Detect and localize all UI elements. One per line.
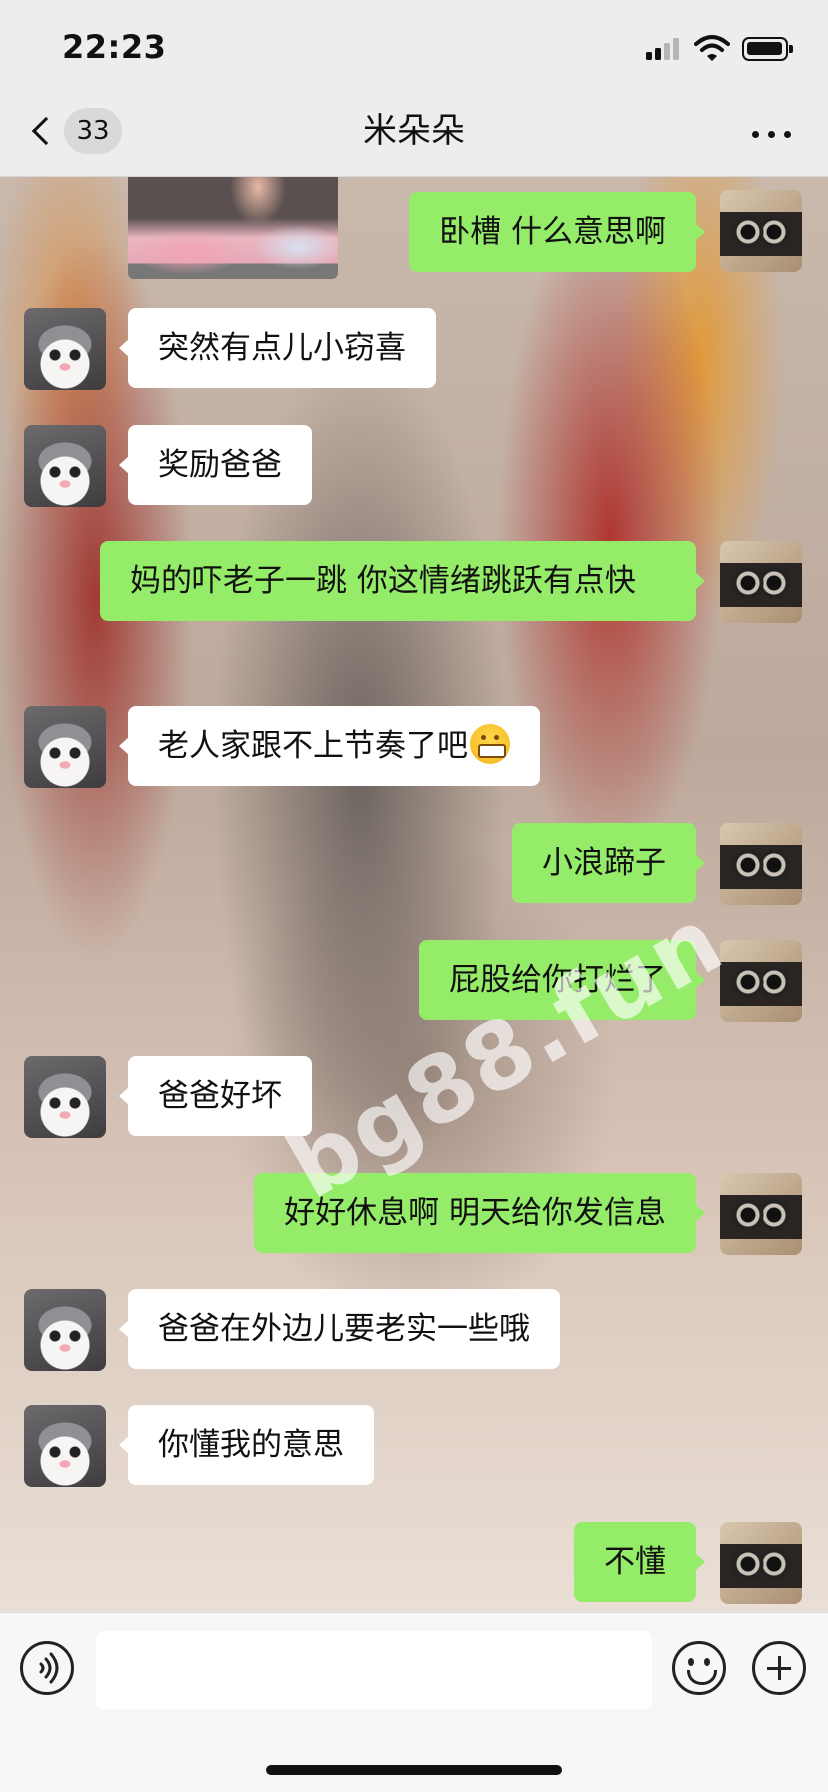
grinning-face-icon (470, 724, 510, 764)
more-options-button[interactable] (752, 131, 792, 141)
watermark: bg88.fun (270, 886, 741, 1220)
message-text: 老人家跟不上节奏了吧 (158, 728, 468, 764)
my-avatar[interactable] (720, 823, 802, 905)
home-indicator (266, 1765, 562, 1775)
status-time: 22:23 (62, 28, 167, 66)
chevron-left-icon (31, 116, 61, 146)
contact-avatar[interactable] (24, 706, 106, 788)
my-avatar[interactable] (720, 541, 802, 623)
battery-icon (742, 37, 794, 61)
message-bubble-outgoing[interactable]: 妈的吓老子一跳 你这情绪跳跃有点快 (100, 541, 705, 621)
message-bubble-incoming[interactable]: 你懂我的意思 (119, 1405, 374, 1485)
image-message[interactable] (128, 177, 338, 279)
my-avatar[interactable] (720, 190, 802, 272)
more-functions-button[interactable] (752, 1641, 806, 1695)
message-bubble-incoming[interactable]: 奖励爸爸 (119, 425, 312, 505)
status-bar: 22:23 (0, 0, 828, 95)
message-input[interactable] (96, 1631, 652, 1709)
message-bubble-incoming[interactable]: 老人家跟不上节奏了吧 (119, 706, 540, 786)
chat-message-list[interactable]: 卧槽 什么意思啊 突然有点儿小窃喜 奖励爸爸 妈的吓老子一跳 你这情绪跳跃有点快… (0, 177, 828, 1612)
message-bubble-incoming[interactable]: 爸爸在外边儿要老实一些哦 (119, 1289, 560, 1369)
chat-header: 米朵朵 33 (0, 95, 828, 177)
more-horizontal-icon (752, 131, 759, 138)
message-bubble-outgoing[interactable]: 卧槽 什么意思啊 (409, 192, 705, 272)
voice-input-button[interactable] (20, 1641, 74, 1695)
input-bar (0, 1612, 828, 1792)
back-button[interactable]: 33 (28, 107, 128, 157)
emoji-button[interactable] (672, 1641, 726, 1695)
message-bubble-outgoing[interactable]: 不懂 (574, 1522, 705, 1602)
unread-count-badge: 33 (64, 108, 122, 154)
contact-avatar[interactable] (24, 1405, 106, 1487)
voice-input-icon (39, 1652, 59, 1684)
cellular-signal-icon (646, 38, 682, 60)
contact-avatar[interactable] (24, 308, 106, 390)
my-avatar[interactable] (720, 1522, 802, 1604)
message-bubble-incoming[interactable]: 突然有点儿小窃喜 (119, 308, 436, 388)
contact-avatar[interactable] (24, 1289, 106, 1371)
contact-avatar[interactable] (24, 1056, 106, 1138)
wifi-icon (694, 35, 730, 61)
contact-avatar[interactable] (24, 425, 106, 507)
my-avatar[interactable] (720, 1173, 802, 1255)
message-bubble-outgoing[interactable]: 小浪蹄子 (512, 823, 705, 903)
